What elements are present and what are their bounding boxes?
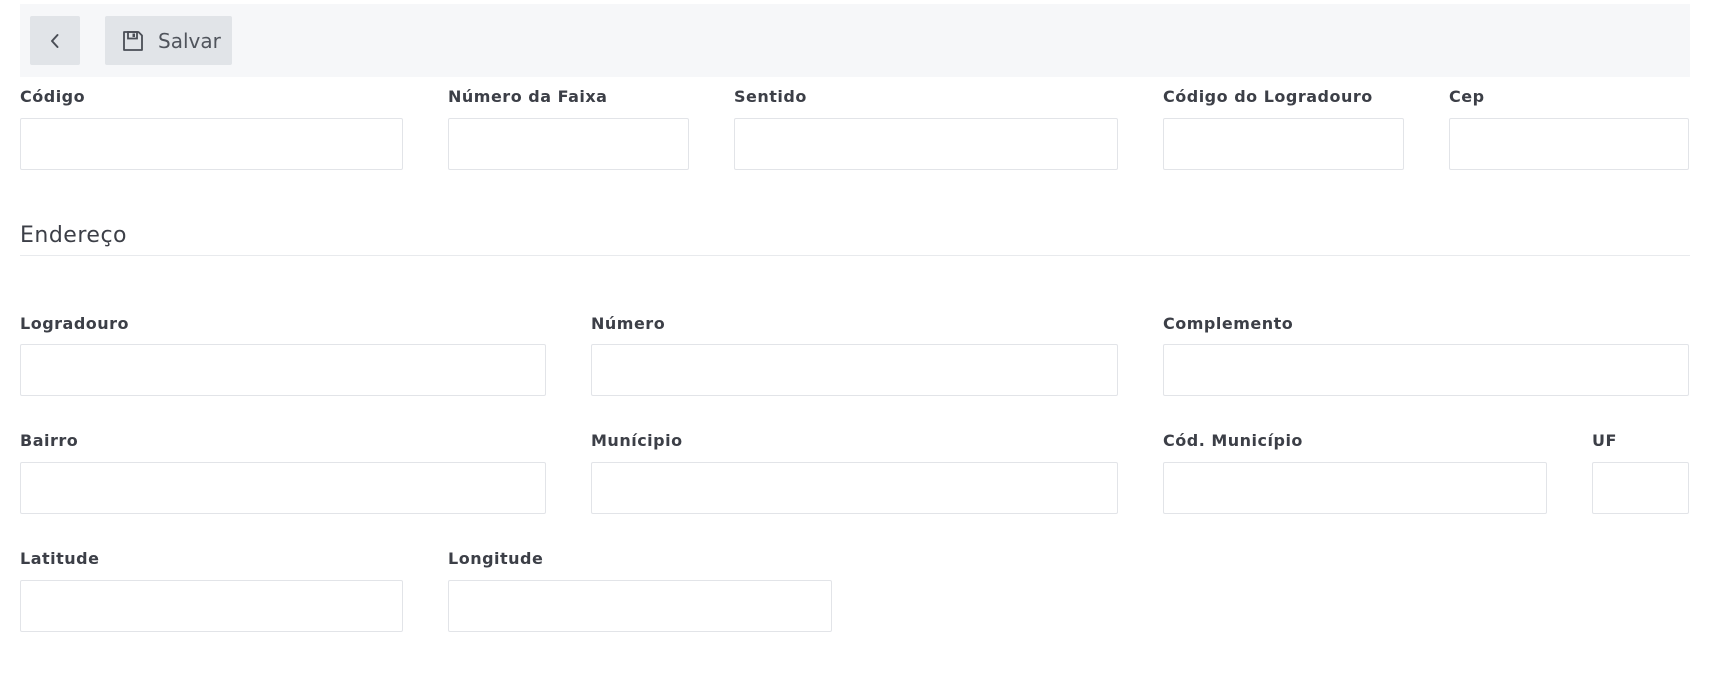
complemento-input[interactable] <box>1163 344 1689 396</box>
chevron-left-icon <box>51 33 59 48</box>
save-label: Salvar <box>158 28 221 53</box>
sentido-input[interactable] <box>734 118 1118 170</box>
floppy-disk-icon <box>122 30 144 52</box>
logradouro-input[interactable] <box>20 344 546 396</box>
back-button[interactable] <box>30 16 80 65</box>
latitude-label: Latitude <box>20 549 100 568</box>
logradouro-label: Logradouro <box>20 314 130 333</box>
cod-municipio-input[interactable] <box>1163 462 1547 514</box>
numero-input[interactable] <box>591 344 1118 396</box>
sentido-label: Sentido <box>734 87 807 106</box>
codigo-input[interactable] <box>20 118 403 170</box>
longitude-label: Longitude <box>448 549 544 568</box>
numero-faixa-input[interactable] <box>448 118 689 170</box>
section-divider <box>20 255 1690 256</box>
longitude-input[interactable] <box>448 580 832 632</box>
numero-label: Número <box>591 314 666 333</box>
cod-municipio-label: Cód. Município <box>1163 431 1303 450</box>
codigo-logradouro-input[interactable] <box>1163 118 1404 170</box>
bairro-input[interactable] <box>20 462 546 514</box>
codigo-label: Código <box>20 87 86 106</box>
form-page: Salvar Código Número da Faixa Sentido Có… <box>0 0 1726 680</box>
save-button[interactable]: Salvar <box>105 16 232 65</box>
uf-label: UF <box>1592 431 1617 450</box>
municipio-label: Munícipio <box>591 431 683 450</box>
numero-faixa-label: Número da Faixa <box>448 87 608 106</box>
cep-input[interactable] <box>1449 118 1689 170</box>
cep-label: Cep <box>1449 87 1485 106</box>
complemento-label: Complemento <box>1163 314 1294 333</box>
toolbar: Salvar <box>20 4 1690 77</box>
uf-input[interactable] <box>1592 462 1689 514</box>
latitude-input[interactable] <box>20 580 403 632</box>
section-title-endereco: Endereço <box>20 223 127 248</box>
bairro-label: Bairro <box>20 431 79 450</box>
codigo-logradouro-label: Código do Logradouro <box>1163 87 1373 106</box>
municipio-input[interactable] <box>591 462 1118 514</box>
